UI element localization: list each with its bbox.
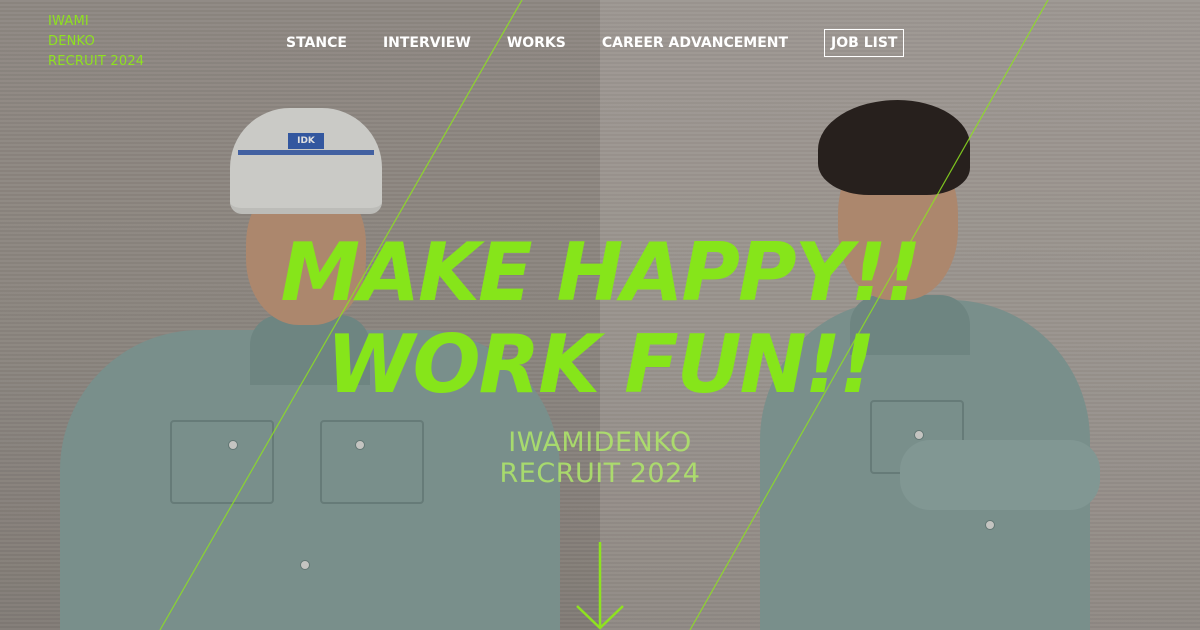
hero-headline-line1: MAKE HAPPY!!	[280, 226, 921, 319]
hero-subtitle-line1: IWAMIDENKO	[508, 427, 692, 458]
logo-line: IWAMI	[48, 14, 89, 29]
hero-headline-line2: WORK FUN!!	[326, 318, 875, 411]
logo-line: RECRUIT 2024	[48, 54, 145, 69]
nav-item-stance[interactable]: STANCE	[286, 35, 347, 51]
main-nav: STANCE INTERVIEW WORKS CAREER ADVANCEMEN…	[286, 29, 905, 57]
nav-item-interview[interactable]: INTERVIEW	[383, 35, 471, 51]
nav-item-career-advancement[interactable]: CAREER ADVANCEMENT	[602, 35, 788, 51]
hero-subtitle-line2: RECRUIT 2024	[499, 458, 701, 489]
arrow-down-icon[interactable]	[575, 540, 625, 630]
logo-line: DENKO	[48, 34, 95, 49]
job-list-button[interactable]: JOB LIST	[824, 29, 905, 57]
hero-section: IDK IWAMI DENKO RECRUIT 2024 STANCE INTE…	[0, 0, 1200, 630]
site-logo[interactable]: IWAMI DENKO RECRUIT 2024	[48, 12, 144, 72]
nav-item-works[interactable]: WORKS	[507, 35, 566, 51]
